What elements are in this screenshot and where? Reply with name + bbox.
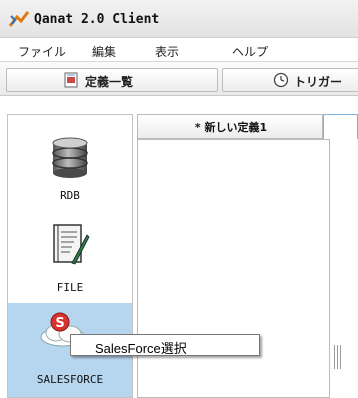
editor-tab-new-definition[interactable]: * 新しい定義1 — [137, 114, 323, 139]
tab-trigger[interactable]: トリガー — [222, 68, 358, 92]
palette-item-file-label: FILE — [56, 281, 84, 294]
window-title: Qanat 2.0 Client — [34, 12, 160, 27]
title-bar: Qanat 2.0 Client — [0, 0, 358, 38]
palette-item-rdb-label: RDB — [60, 189, 80, 202]
file-icon — [53, 224, 90, 265]
definition-list-icon — [64, 72, 78, 88]
palette-item-salesforce-label: SALESFORCE — [36, 373, 104, 386]
palette-item-file[interactable]: FILE — [8, 209, 132, 303]
database-icon — [52, 137, 88, 178]
editor-tab-next[interactable] — [323, 114, 358, 139]
splitter-handle[interactable] — [332, 345, 342, 369]
tooltip-text: SalesForce選択 — [95, 341, 187, 356]
salesforce-tooltip: SalesForce選択 — [70, 334, 260, 356]
qanat-logo-icon — [9, 11, 29, 27]
editor-tab-label: * 新しい定義1 — [194, 121, 268, 134]
tab-definition-list[interactable]: 定義一覧 — [6, 68, 218, 92]
definition-canvas[interactable] — [137, 139, 330, 398]
menu-edit[interactable]: 編集 — [92, 43, 116, 60]
menu-help[interactable]: ヘルプ — [232, 43, 268, 60]
view-tabs: 定義一覧 トリガー — [0, 62, 358, 96]
tab-trigger-label: トリガー — [294, 75, 343, 89]
menu-file[interactable]: ファイル — [18, 43, 66, 60]
menu-view[interactable]: 表示 — [155, 43, 179, 60]
palette-item-rdb[interactable]: RDB — [8, 115, 132, 209]
tab-definition-list-label: 定義一覧 — [85, 75, 134, 89]
menu-bar: ファイル 編集 表示 ヘルプ — [0, 38, 358, 62]
svg-text:S: S — [55, 316, 64, 331]
clock-icon — [273, 72, 289, 88]
